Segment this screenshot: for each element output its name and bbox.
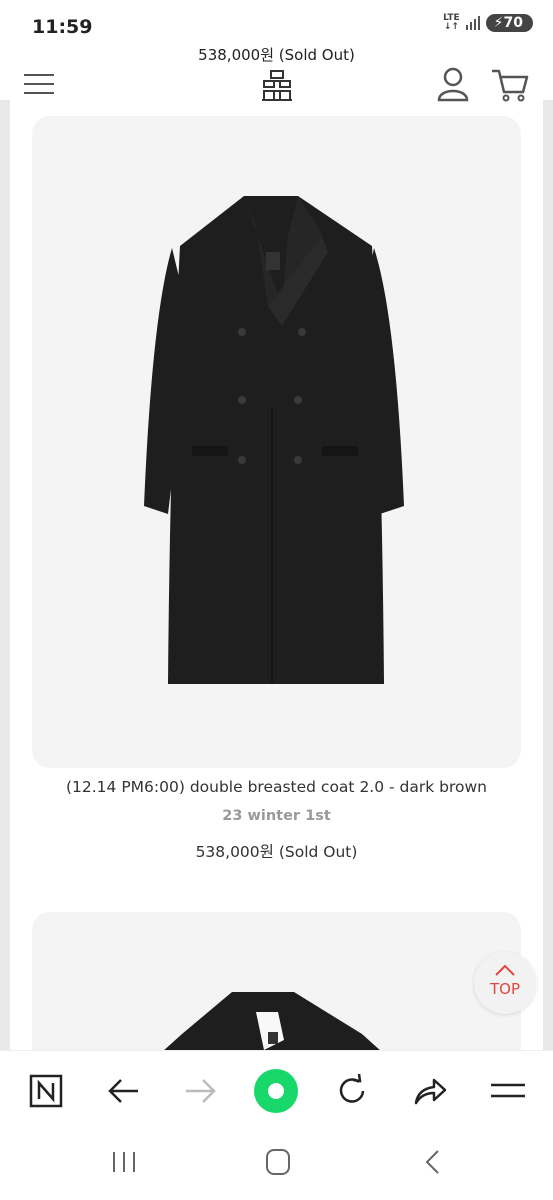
network-indicator: LTE ↓↑ bbox=[443, 14, 460, 32]
page-right-margin bbox=[543, 100, 553, 1050]
product-image[interactable] bbox=[32, 116, 521, 768]
system-navigation-bar bbox=[0, 1128, 553, 1200]
home-icon[interactable] bbox=[258, 1146, 298, 1178]
data-arrows-icon: ↓↑ bbox=[443, 22, 459, 32]
menu-button[interactable] bbox=[24, 72, 56, 96]
share-icon[interactable] bbox=[410, 1071, 450, 1111]
home-green-icon[interactable] bbox=[252, 1067, 300, 1115]
status-time: 11:59 bbox=[32, 16, 93, 38]
refresh-icon[interactable] bbox=[332, 1071, 372, 1111]
forward-arrow-icon[interactable] bbox=[180, 1071, 220, 1111]
next-product-image[interactable] bbox=[32, 912, 521, 1050]
status-icons: LTE ↓↑ ⚡70 bbox=[443, 14, 533, 32]
coat-illustration bbox=[144, 196, 404, 684]
status-bar: 11:59 LTE ↓↑ ⚡70 bbox=[0, 0, 553, 44]
battery-indicator: ⚡70 bbox=[485, 14, 533, 32]
browser-toolbar bbox=[0, 1050, 553, 1129]
brand-logo[interactable] bbox=[260, 69, 294, 103]
previous-product-price: 538,000원 (Sold Out) bbox=[198, 46, 355, 64]
chevron-up-icon bbox=[495, 964, 515, 976]
product-price: 538,000원 (Sold Out) bbox=[195, 843, 358, 861]
top-button-label: TOP bbox=[489, 980, 520, 998]
menu-icon[interactable] bbox=[488, 1071, 528, 1111]
recent-apps-icon[interactable] bbox=[104, 1146, 144, 1178]
back-arrow-icon[interactable] bbox=[104, 1071, 144, 1111]
signal-icon bbox=[465, 16, 480, 30]
battery-level: 70 bbox=[503, 15, 523, 31]
page-left-margin bbox=[0, 100, 10, 1050]
battery-icon: ⚡ bbox=[493, 15, 504, 31]
cart-icon[interactable] bbox=[490, 66, 530, 102]
product-title[interactable]: (12.14 PM6:00) double breasted coat 2.0 … bbox=[10, 778, 543, 796]
naver-n-icon[interactable] bbox=[26, 1071, 66, 1111]
next-coat-illustration bbox=[164, 992, 380, 1050]
web-page: 538,000원 (Sold Out) (12.14 PM6:00) doubl… bbox=[10, 44, 543, 1050]
user-icon[interactable] bbox=[436, 66, 470, 102]
back-icon[interactable] bbox=[414, 1146, 454, 1178]
product-subtitle: 23 winter 1st bbox=[222, 808, 331, 824]
scroll-to-top-button[interactable]: TOP bbox=[474, 952, 536, 1014]
